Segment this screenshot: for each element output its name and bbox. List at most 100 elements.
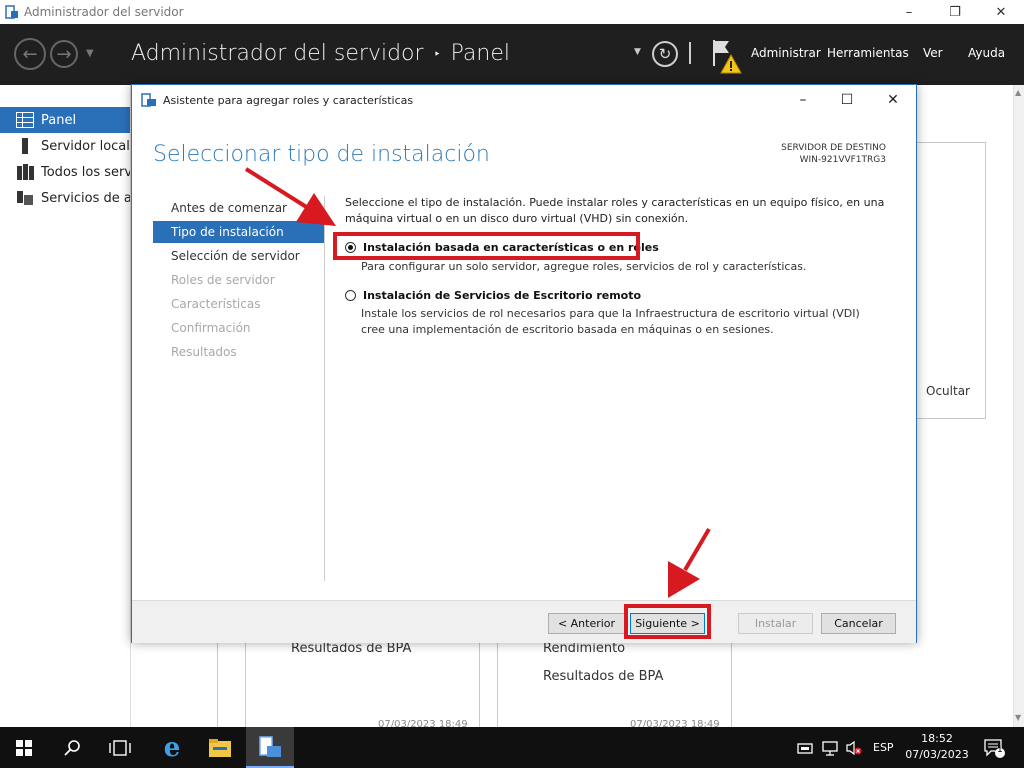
windows-logo-icon	[16, 739, 32, 756]
server-manager-taskbar-button[interactable]	[246, 727, 294, 768]
sidebar-item-label: Todos los servidores	[41, 164, 130, 180]
wizard-step[interactable]: Selección de servidor	[153, 245, 324, 267]
arrow-right-icon: →	[56, 43, 72, 65]
breadcrumb-root: Administrador del servidor	[131, 41, 424, 66]
breadcrumb-separator-icon: ‣	[433, 46, 441, 61]
dialog-close-button[interactable]: ✕	[878, 91, 908, 109]
wizard-step-disabled: Confirmación	[171, 321, 251, 335]
menu-ver[interactable]: Ver	[923, 46, 943, 60]
forward-button[interactable]: →	[50, 40, 78, 68]
wizard-content: Seleccione el tipo de instalación. Puede…	[345, 195, 885, 336]
internet-explorer-icon: e	[163, 732, 181, 763]
window-titlebar: Administrador del servidor – ❐ ✕	[0, 0, 1024, 24]
sidebar-item-label: Servidor local	[41, 138, 130, 154]
sidebar-item-label: Servicios de archivos y de almacenamient…	[41, 190, 130, 206]
notifications-flag-icon[interactable]	[711, 38, 743, 76]
wizard-step-disabled: Características	[171, 297, 261, 311]
destination-server: SERVIDOR DE DESTINO WIN-921VVF1TRG3	[781, 142, 886, 166]
language-indicator[interactable]: ESP	[873, 727, 894, 768]
task-view-button[interactable]	[96, 727, 144, 768]
clock-date: 07/03/2023	[905, 748, 969, 761]
menu-herramientas[interactable]: Herramientas	[827, 46, 909, 60]
wizard-step-disabled: Roles de servidor	[171, 273, 275, 287]
welcome-panel: Ocultar	[916, 142, 986, 419]
breadcrumb: Administrador del servidor ‣ Panel	[131, 41, 510, 66]
sidebar-item-label: Panel	[41, 112, 77, 128]
destination-label: SERVIDOR DE DESTINO	[781, 143, 886, 153]
tile-row[interactable]: Rendimiento	[543, 641, 625, 656]
file-explorer-button[interactable]	[196, 727, 244, 768]
taskbar: e ESP 18:52 07/03/2023 1	[0, 727, 1024, 768]
minimize-icon: –	[799, 92, 807, 108]
sidebar-item-file-services[interactable]: Servicios de archivos y de almacenamient…	[0, 185, 130, 211]
steps-divider	[324, 196, 325, 581]
minimize-button[interactable]: –	[886, 0, 932, 24]
restore-icon: ❐	[949, 4, 961, 20]
installation-description: Seleccione el tipo de instalación. Puede…	[345, 196, 885, 225]
previous-button[interactable]: < Anterior	[548, 613, 625, 634]
highlight-box-option	[333, 232, 640, 260]
server-tile: Resultados de BPA 07/03/2023 18:49	[245, 641, 480, 730]
scroll-down-icon[interactable]: ▼	[1015, 713, 1021, 722]
sidebar-item-panel[interactable]: Panel	[0, 107, 130, 133]
dialog-titlebar: Asistente para agregar roles y caracterí…	[132, 85, 916, 115]
menu-ayuda[interactable]: Ayuda	[968, 46, 1005, 60]
clock[interactable]: 18:52 07/03/2023	[903, 731, 971, 763]
wizard-step[interactable]: Antes de comenzar	[153, 197, 324, 219]
server-manager-icon	[5, 5, 18, 19]
close-icon: ✕	[995, 4, 1007, 20]
minimize-icon: –	[905, 4, 913, 20]
volume-muted-icon[interactable]	[845, 727, 863, 768]
server-manager-icon	[259, 735, 281, 757]
option-description: Para configurar un solo servidor, agregu…	[361, 260, 807, 273]
dialog-maximize-button[interactable]: ☐	[832, 91, 862, 109]
history-dropdown-icon[interactable]: ▼	[86, 48, 94, 59]
task-view-icon	[109, 739, 131, 756]
tray-network-adapter-icon[interactable]	[796, 727, 814, 768]
page-title: Seleccionar tipo de instalación	[153, 142, 490, 167]
breadcrumb-dropdown-icon[interactable]: ▼	[634, 47, 641, 57]
internet-explorer-button[interactable]: e	[148, 727, 196, 768]
tile-row[interactable]: Resultados de BPA	[543, 669, 663, 684]
radio-unselected-icon[interactable]	[345, 290, 356, 301]
dashboard-icon	[16, 112, 34, 128]
sidebar: Panel Servidor local Todos los servidore…	[0, 85, 131, 727]
sidebar-item-all-servers[interactable]: Todos los servidores	[0, 159, 130, 185]
dialog-footer: < Anterior Siguiente > Instalar Cancelar	[132, 600, 916, 643]
window-title: Administrador del servidor	[24, 5, 184, 19]
refresh-button[interactable]: ↻	[652, 41, 678, 67]
main-scrollbar[interactable]: ▲ ▼	[1013, 85, 1024, 727]
action-center-button[interactable]: 1	[983, 727, 1007, 768]
all-servers-icon	[17, 164, 34, 180]
start-button[interactable]	[0, 727, 48, 768]
search-button[interactable]	[48, 727, 96, 768]
tile-border	[217, 643, 218, 727]
menu-administrar[interactable]: Administrar	[751, 46, 821, 60]
server-manager-icon	[141, 93, 156, 107]
sidebar-item-local-server[interactable]: Servidor local	[0, 133, 130, 159]
file-services-icon	[17, 191, 33, 205]
network-icon[interactable]	[821, 727, 839, 768]
local-server-icon	[22, 138, 28, 154]
cancel-button[interactable]: Cancelar	[821, 613, 896, 634]
wizard-step-active[interactable]: Tipo de instalación	[153, 221, 324, 243]
option-remote-desktop[interactable]: Instalación de Servicios de Escritorio r…	[345, 289, 641, 302]
folder-icon	[209, 738, 231, 757]
scroll-up-icon[interactable]: ▲	[1015, 88, 1021, 97]
back-button[interactable]: ←	[14, 38, 46, 70]
dialog-title: Asistente para agregar roles y caracterí…	[163, 93, 414, 107]
option-description: Instale los servicios de rol necesarios …	[361, 307, 860, 336]
tile-row[interactable]: Resultados de BPA	[291, 641, 411, 656]
notification-icon	[984, 738, 1005, 758]
wizard-step-disabled: Resultados	[171, 345, 237, 359]
app-header: ← → ▼ Administrador del servidor ‣ Panel…	[0, 24, 1024, 85]
option-label[interactable]: Instalación de Servicios de Escritorio r…	[363, 289, 641, 302]
install-button: Instalar	[738, 613, 813, 634]
close-icon: ✕	[887, 92, 899, 108]
close-button[interactable]: ✕	[978, 0, 1024, 24]
hide-link[interactable]: Ocultar	[926, 384, 970, 398]
maximize-icon: ☐	[840, 92, 854, 108]
restore-button[interactable]: ❐	[932, 0, 978, 24]
dialog-minimize-button[interactable]: –	[788, 91, 818, 109]
header-divider	[689, 42, 691, 64]
